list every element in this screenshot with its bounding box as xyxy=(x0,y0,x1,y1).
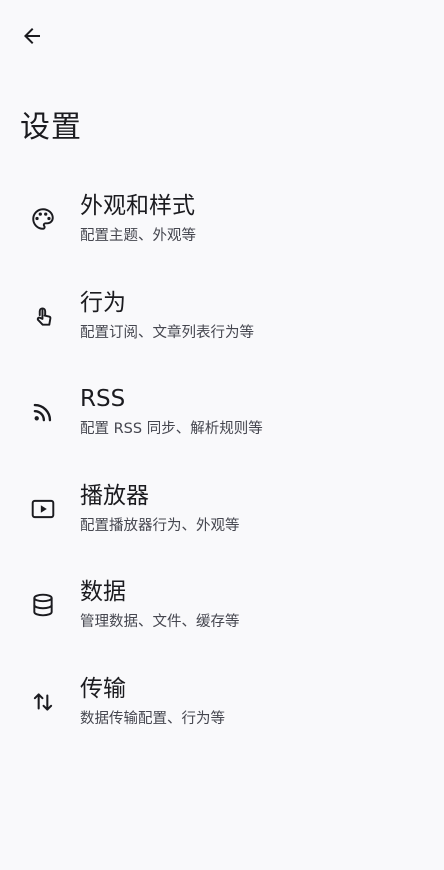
play-box-icon xyxy=(30,496,56,522)
setting-item-player[interactable]: 播放器 配置播放器行为、外观等 xyxy=(0,462,444,559)
top-app-bar xyxy=(0,0,444,72)
setting-subtitle: 配置主题、外观等 xyxy=(80,228,196,244)
setting-subtitle: 管理数据、文件、缓存等 xyxy=(80,614,240,631)
setting-subtitle: 配置订阅、文章列表行为等 xyxy=(80,324,254,341)
setting-title: 传输 xyxy=(80,675,126,702)
setting-subtitle: 配置 RSS 同步、解析规则等 xyxy=(80,421,263,438)
setting-item-rss[interactable]: RSS 配置 RSS 同步、解析规则等 xyxy=(0,365,444,462)
setting-title: 播放器 xyxy=(80,482,149,509)
palette-icon xyxy=(30,206,56,232)
page-title: 设置 xyxy=(20,110,82,145)
swap-vertical-icon xyxy=(30,689,56,715)
setting-text-appearance: 外观和样式 配置主题、外观等 xyxy=(80,190,196,247)
arrow-back-icon xyxy=(20,24,44,48)
setting-text-transfer: 传输 数据传输配置、行为等 xyxy=(80,673,225,730)
setting-text-rss: RSS 配置 RSS 同步、解析规则等 xyxy=(80,383,263,440)
setting-item-transfer[interactable]: 传输 数据传输配置、行为等 xyxy=(0,655,444,752)
setting-subtitle: 配置播放器行为、外观等 xyxy=(80,517,240,534)
setting-item-data[interactable]: 数据 管理数据、文件、缓存等 xyxy=(0,558,444,655)
setting-title: 外观和样式 xyxy=(80,193,195,219)
setting-subtitle: 数据传输配置、行为等 xyxy=(80,710,225,727)
setting-text-behavior: 行为 配置订阅、文章列表行为等 xyxy=(80,287,254,344)
setting-item-behavior[interactable]: 行为 配置订阅、文章列表行为等 xyxy=(0,269,444,366)
settings-list: 外观和样式 配置主题、外观等 行为 配置订阅、文章列表行为等 RSS 配置 RS… xyxy=(0,172,444,752)
touch-gesture-icon xyxy=(30,303,56,329)
setting-title: RSS xyxy=(80,386,126,413)
setting-title: 行为 xyxy=(80,289,126,316)
setting-text-data: 数据 管理数据、文件、缓存等 xyxy=(80,576,240,633)
setting-item-appearance[interactable]: 外观和样式 配置主题、外观等 xyxy=(0,172,444,269)
back-button[interactable] xyxy=(12,16,52,56)
setting-title: 数据 xyxy=(80,579,126,606)
database-icon xyxy=(30,592,56,618)
setting-text-player: 播放器 配置播放器行为、外观等 xyxy=(80,480,240,537)
rss-feed-icon xyxy=(30,399,56,425)
